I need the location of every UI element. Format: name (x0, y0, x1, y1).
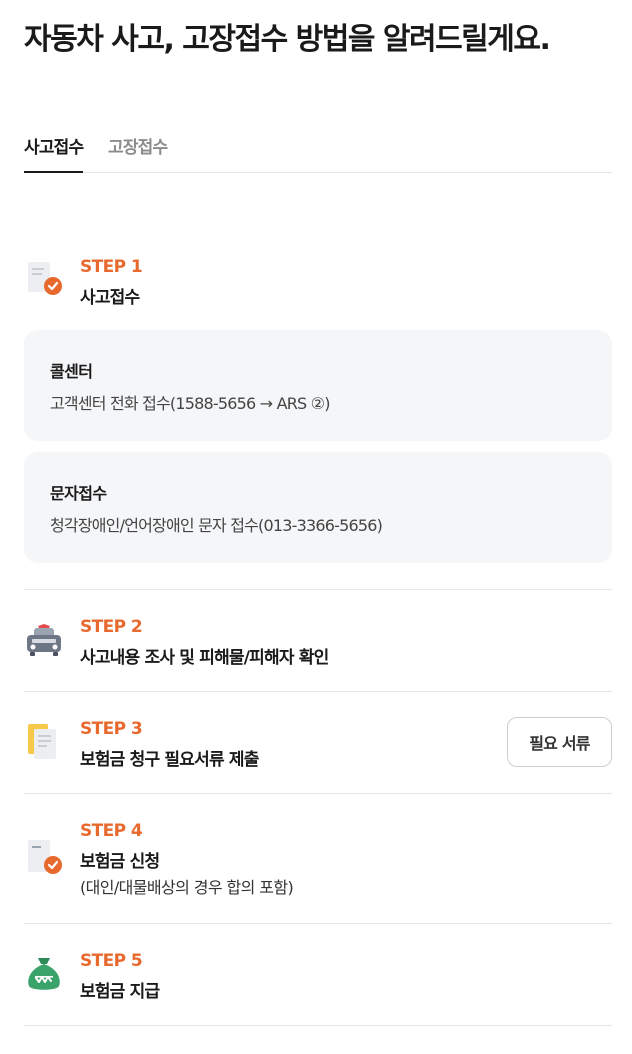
step-1-title: 사고접수 (80, 288, 140, 308)
divider (24, 923, 612, 924)
step-5-label: STEP 5 (80, 951, 143, 971)
card-description: 청각장애인/언어장애인 문자 접수(013-3366-5656) (50, 516, 383, 535)
documents-icon (24, 722, 64, 762)
document-check-icon (24, 838, 64, 878)
card-title: 문자접수 (50, 484, 107, 503)
page-title: 자동차 사고, 고장접수 방법을 알려드릴게요. (24, 22, 551, 57)
card-title: 콜센터 (50, 362, 93, 381)
step-5-title: 보험금 지급 (80, 982, 160, 1002)
money-bag-icon (24, 954, 64, 994)
sms-card: 문자접수 청각장애인/언어장애인 문자 접수(013-3366-5656) (24, 452, 612, 563)
step-4-note: (대인/대물배상의 경우 합의 포함) (80, 878, 294, 897)
divider (24, 589, 612, 590)
callcenter-card: 콜센터 고객센터 전화 접수(1588-5656 → ARS ②) (24, 330, 612, 441)
tab-accident-report[interactable]: 사고접수 (24, 133, 84, 173)
step-2-title: 사고내용 조사 및 피해물/피해자 확인 (80, 648, 329, 668)
step-2-label: STEP 2 (80, 617, 143, 637)
step-4-title: 보험금 신청 (80, 852, 160, 872)
document-check-icon (24, 258, 64, 298)
tab-bar: 사고접수 고장접수 (24, 130, 612, 173)
divider (24, 793, 612, 794)
step-1-label: STEP 1 (80, 257, 143, 277)
divider (24, 691, 612, 692)
step-4-label: STEP 4 (80, 821, 143, 841)
step-3-label: STEP 3 (80, 719, 143, 739)
divider (24, 1025, 612, 1026)
car-siren-icon (24, 620, 64, 660)
card-description: 고객센터 전화 접수(1588-5656 → ARS ②) (50, 394, 330, 413)
required-docs-button[interactable]: 필요 서류 (507, 717, 612, 767)
step-3-title: 보험금 청구 필요서류 제출 (80, 750, 259, 770)
tab-breakdown-report[interactable]: 고장접수 (108, 133, 168, 173)
